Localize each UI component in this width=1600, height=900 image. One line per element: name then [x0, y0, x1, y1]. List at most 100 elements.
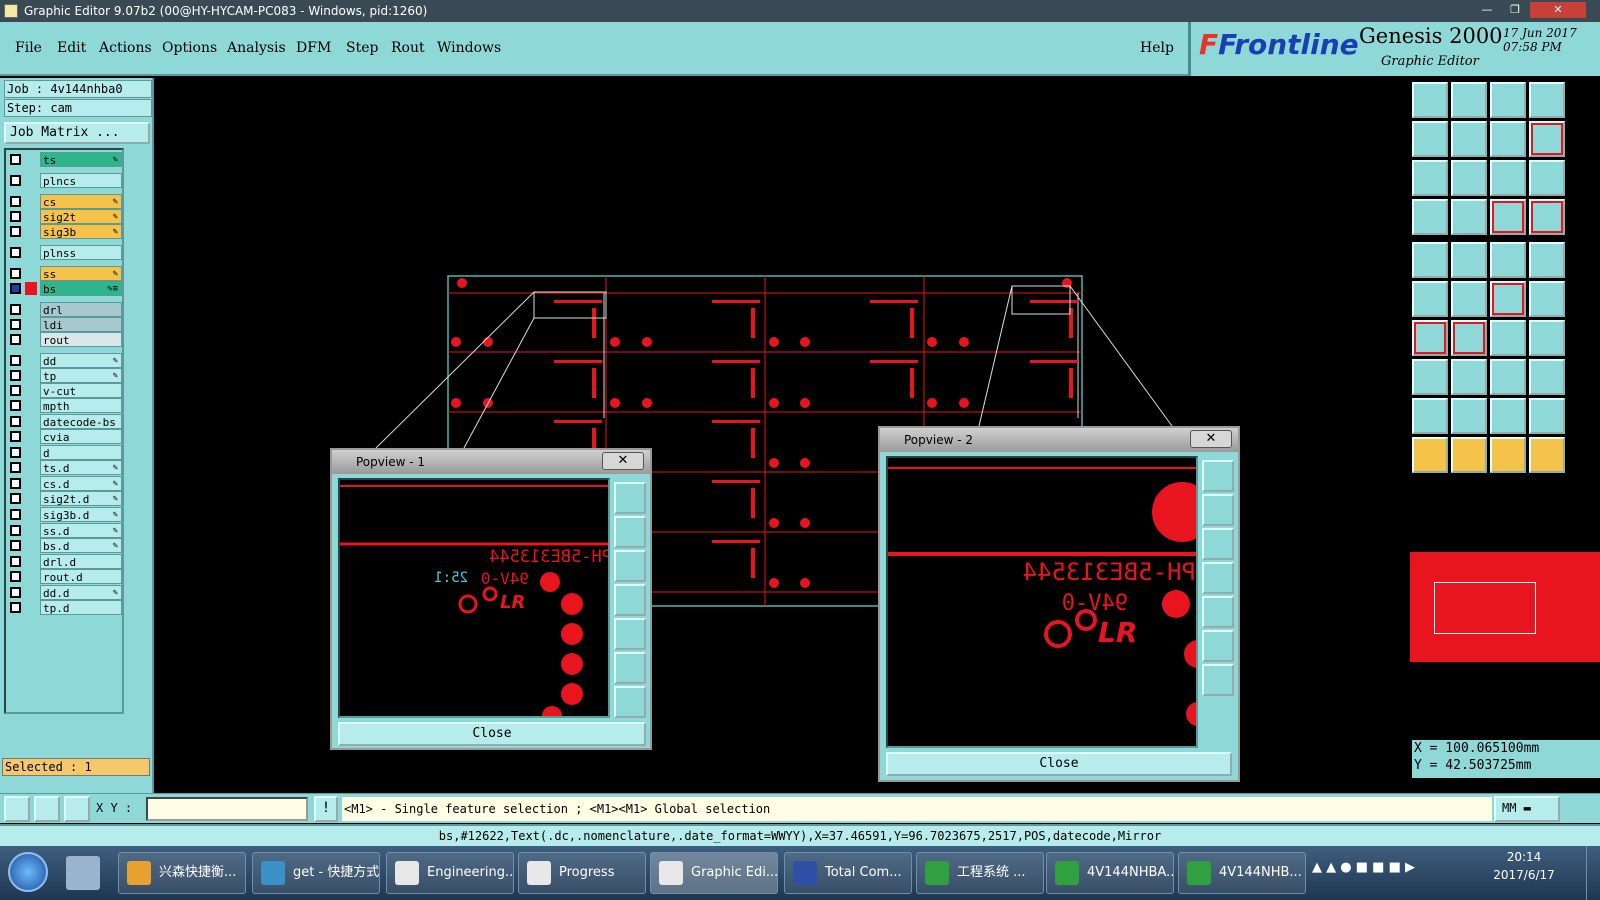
layer-row[interactable]: sig2t ✎ — [8, 209, 122, 224]
layer-row[interactable]: ldi — [8, 317, 122, 332]
pan-left-icon[interactable] — [1202, 562, 1234, 594]
scale-icon[interactable] — [1490, 160, 1526, 196]
layer-row[interactable]: sig3b.d ✎ — [8, 507, 122, 522]
layer-row[interactable]: rout — [8, 332, 122, 347]
triangle-c-icon[interactable] — [1490, 398, 1526, 434]
zoom-fit-icon[interactable] — [1202, 630, 1234, 662]
layer-checkbox[interactable] — [10, 319, 21, 330]
layer-checkbox[interactable] — [10, 175, 21, 186]
layer-row[interactable]: datecode-bs — [8, 414, 122, 429]
ruler-icon[interactable] — [1490, 242, 1526, 278]
layer-checkbox[interactable] — [10, 571, 21, 582]
select-mode-icon[interactable] — [4, 796, 30, 822]
zoom-out-icon[interactable] — [614, 686, 646, 718]
house-icon[interactable] — [1490, 82, 1526, 118]
layer-row[interactable]: ss.d ✎ — [8, 523, 122, 538]
job-matrix-button[interactable]: Job Matrix ... — [4, 122, 150, 144]
pan-right-icon[interactable] — [614, 618, 646, 650]
pan-up-icon[interactable] — [1202, 494, 1234, 526]
layer-row[interactable]: tp.d — [8, 600, 122, 615]
layer-checkbox[interactable] — [10, 196, 21, 207]
snap-grid-icon[interactable] — [64, 796, 90, 822]
quicklaunch-icon[interactable] — [66, 856, 100, 890]
zoom-fit-icon[interactable] — [614, 652, 646, 684]
overview-viewport[interactable] — [1434, 582, 1536, 634]
triangle-b-icon[interactable] — [1451, 398, 1487, 434]
window-icon[interactable] — [1529, 82, 1565, 118]
layer-row[interactable]: dd ✎ — [8, 353, 122, 368]
layer-row[interactable]: sig2t.d ✎ — [8, 491, 122, 506]
layer-row[interactable]: rout.d — [8, 569, 122, 584]
info-icon[interactable]: ! — [314, 796, 338, 822]
pad-icon[interactable] — [1412, 359, 1448, 395]
minimize-button[interactable]: — — [1474, 2, 1500, 18]
layer-checkbox[interactable] — [10, 334, 21, 345]
taskbar-item[interactable]: Total Com... — [784, 852, 912, 894]
cross-icon[interactable] — [1451, 281, 1487, 317]
brush-icon[interactable] — [1412, 199, 1448, 235]
pan-down-icon[interactable] — [1202, 528, 1234, 560]
layer-row[interactable]: cs ✎ — [8, 194, 122, 209]
layer-checkbox[interactable] — [10, 304, 21, 315]
menu-dfm[interactable]: DFM — [296, 40, 331, 56]
pan-left-icon[interactable] — [614, 584, 646, 616]
layer-checkbox[interactable] — [10, 154, 21, 165]
cursor-icon[interactable] — [1412, 437, 1448, 473]
layer-row[interactable]: plncs — [8, 173, 122, 188]
zoom-center-icon[interactable] — [1451, 160, 1487, 196]
layer-checkbox[interactable] — [10, 226, 21, 237]
point-icon[interactable] — [1412, 242, 1448, 278]
node-icon[interactable] — [1412, 281, 1448, 317]
layer-row[interactable]: cvia — [8, 429, 122, 444]
taskbar-item[interactable]: 4V144NHBA... — [1046, 852, 1174, 894]
menu-options[interactable]: Options — [162, 40, 217, 56]
cursor-move-icon[interactable] — [1529, 437, 1565, 473]
menu-edit[interactable]: Edit — [57, 40, 86, 56]
snap-red2-icon[interactable] — [1529, 199, 1565, 235]
menu-step[interactable]: Step — [346, 40, 378, 56]
line-red-icon[interactable] — [1490, 281, 1526, 317]
layer-checkbox[interactable] — [10, 370, 21, 381]
taskbar-item[interactable]: 兴森快捷衡... — [118, 852, 246, 894]
popview-2-close-button[interactable]: Close — [886, 752, 1232, 776]
curve-icon[interactable] — [1490, 320, 1526, 356]
layer-row[interactable]: ss ✎ — [8, 266, 122, 281]
triangle-a-icon[interactable] — [1412, 398, 1448, 434]
layer-row[interactable]: mpth — [8, 398, 122, 413]
circle-icon[interactable] — [1529, 242, 1565, 278]
taskbar-item[interactable]: Engineering... — [386, 852, 514, 894]
layer-checkbox[interactable] — [10, 462, 21, 473]
layer-checkbox[interactable] — [10, 478, 21, 489]
left-arrow-icon[interactable] — [1412, 121, 1448, 157]
overview-map[interactable] — [1410, 552, 1600, 662]
layer-checkbox[interactable] — [10, 431, 21, 442]
layer-row[interactable]: plnss — [8, 245, 122, 260]
layer-checkbox[interactable] — [10, 540, 21, 551]
popview-2-view[interactable]: PH-5BE313544 94V-0 LR — [886, 456, 1198, 748]
layer-row[interactable]: v-cut — [8, 383, 122, 398]
redo-icon[interactable] — [1529, 121, 1565, 157]
layer-checkbox[interactable] — [10, 556, 21, 567]
menu-rout[interactable]: Rout — [391, 40, 425, 56]
step-icon[interactable] — [1451, 82, 1487, 118]
menu-help[interactable]: Help — [1140, 40, 1174, 56]
right-arrow-icon[interactable] — [1451, 121, 1487, 157]
layer-row[interactable]: bs ✎≡ — [8, 281, 122, 296]
clock[interactable]: 20:14 2017/6/17 — [1492, 848, 1556, 888]
close-window-button[interactable]: ✕ — [1530, 2, 1586, 18]
zoom-in-icon[interactable] — [614, 482, 646, 514]
dash-icon[interactable] — [1451, 359, 1487, 395]
taskbar-item[interactable]: 4V144NHB... — [1178, 852, 1306, 894]
zoom-in-icon[interactable] — [1202, 460, 1234, 492]
home-icon[interactable] — [1412, 82, 1448, 118]
layer-row[interactable]: sig3b ✎ — [8, 224, 122, 239]
layer-row[interactable]: tp ✎ — [8, 368, 122, 383]
layer-checkbox[interactable] — [10, 268, 21, 279]
pan-right-icon[interactable] — [1202, 596, 1234, 628]
cursor-edit-icon[interactable] — [1490, 437, 1526, 473]
layer-checkbox[interactable] — [10, 493, 21, 504]
layer-checkbox[interactable] — [10, 247, 21, 258]
layer-row[interactable]: dd.d ✎ — [8, 585, 122, 600]
layer-checkbox[interactable] — [10, 355, 21, 366]
pan-down-icon[interactable] — [614, 550, 646, 582]
